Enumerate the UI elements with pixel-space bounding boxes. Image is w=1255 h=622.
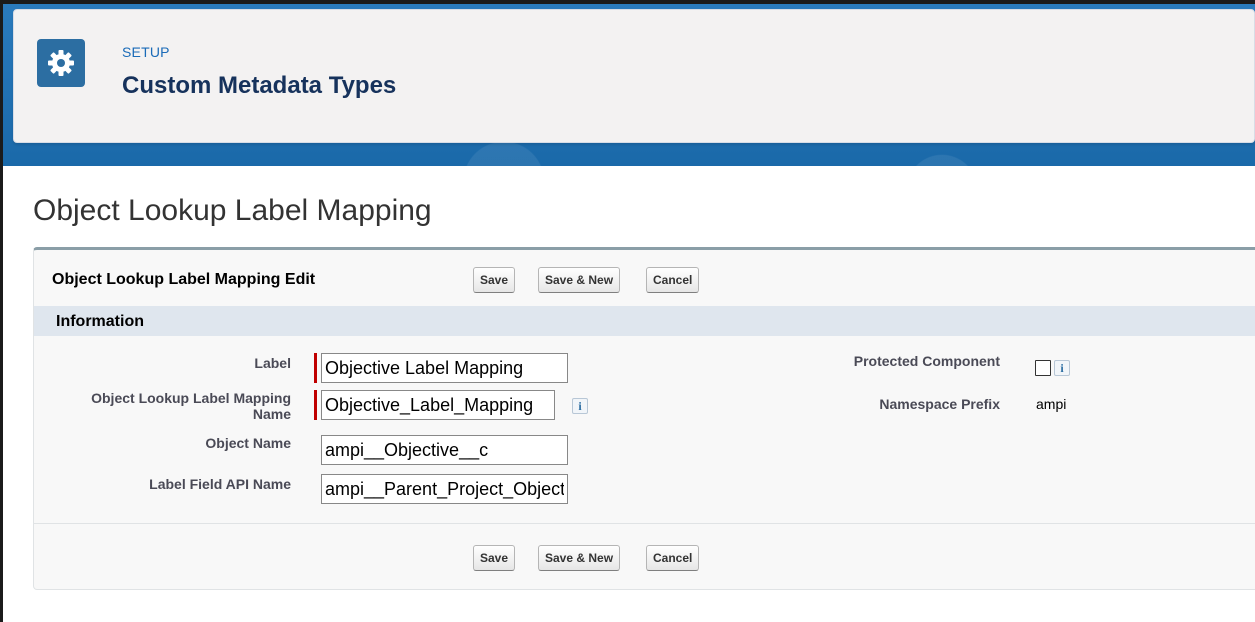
- protected-component-checkbox[interactable]: [1035, 360, 1051, 376]
- label-field-api-field-label: Label Field API Name: [149, 476, 291, 492]
- required-indicator: [314, 390, 317, 420]
- mapping-name-label-line2: Name: [252, 406, 291, 422]
- record-title: Object Lookup Label Mapping: [33, 194, 432, 227]
- info-icon[interactable]: i: [1054, 360, 1070, 376]
- save-button-top[interactable]: Save: [473, 267, 516, 293]
- header-eyebrow: SETUP: [122, 44, 170, 60]
- label-field-label: Label: [254, 355, 291, 371]
- info-icon[interactable]: i: [572, 398, 588, 414]
- cancel-button-bottom[interactable]: Cancel: [646, 545, 700, 571]
- page-title: Custom Metadata Types: [122, 72, 397, 99]
- edit-panel: Object Lookup Label Mapping Edit Save Sa…: [33, 247, 1255, 590]
- save-new-button-top[interactable]: Save & New: [538, 267, 621, 293]
- label-input[interactable]: [321, 353, 568, 383]
- protected-component-label: Protected Component: [853, 353, 1000, 369]
- object-name-input[interactable]: [321, 435, 568, 465]
- mapping-name-field-label: Object Lookup Label Mapping Name: [91, 390, 291, 422]
- object-name-field-label: Object Name: [205, 435, 291, 451]
- save-button-bottom[interactable]: Save: [473, 545, 516, 571]
- window-top-edge: [0, 0, 1255, 4]
- section-header-information[interactable]: Information: [34, 306, 1255, 336]
- label-field-api-input[interactable]: [321, 474, 568, 504]
- namespace-prefix-label: Namespace Prefix: [879, 396, 1000, 412]
- namespace-prefix-value: ampi: [1036, 396, 1067, 412]
- cancel-button-top[interactable]: Cancel: [646, 267, 700, 293]
- section-title: Information: [56, 313, 144, 330]
- gear-icon: [37, 39, 85, 87]
- panel-title: Object Lookup Label Mapping Edit: [52, 271, 316, 288]
- page-header: SETUP Custom Metadata Types: [13, 9, 1255, 143]
- mapping-name-input[interactable]: [321, 390, 555, 420]
- main-content: Object Lookup Label Mapping Object Looku…: [3, 166, 1255, 622]
- save-new-button-bottom[interactable]: Save & New: [538, 545, 621, 571]
- mapping-name-label-line1: Object Lookup Label Mapping: [91, 390, 291, 406]
- footer-divider: [34, 523, 1255, 524]
- required-indicator: [314, 353, 317, 383]
